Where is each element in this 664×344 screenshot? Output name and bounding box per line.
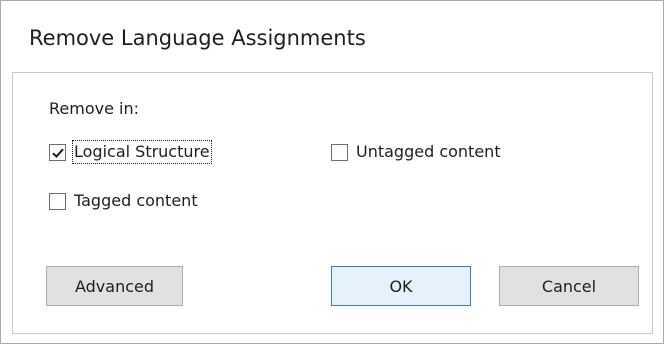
advanced-button[interactable]: Advanced <box>46 266 183 306</box>
ok-button[interactable]: OK <box>331 266 471 306</box>
cancel-button[interactable]: Cancel <box>499 266 639 306</box>
tagged-content-label[interactable]: Tagged content <box>73 190 199 212</box>
logical-structure-option[interactable]: Logical Structure <box>49 140 212 164</box>
dialog-title: Remove Language Assignments <box>29 26 366 50</box>
remove-in-label: Remove in: <box>49 99 139 118</box>
checkmark-icon <box>52 148 64 158</box>
tagged-content-checkbox[interactable] <box>49 192 66 210</box>
dialog-content-panel: Remove in: Logical Structure Untagged co… <box>12 72 653 334</box>
remove-language-assignments-dialog: Remove Language Assignments Remove in: L… <box>0 0 664 344</box>
logical-structure-label[interactable]: Logical Structure <box>72 140 212 164</box>
untagged-content-option[interactable]: Untagged content <box>331 140 502 164</box>
untagged-content-label[interactable]: Untagged content <box>355 141 502 163</box>
tagged-content-option[interactable]: Tagged content <box>49 189 199 213</box>
logical-structure-checkbox[interactable] <box>49 143 66 161</box>
untagged-content-checkbox[interactable] <box>331 143 348 161</box>
